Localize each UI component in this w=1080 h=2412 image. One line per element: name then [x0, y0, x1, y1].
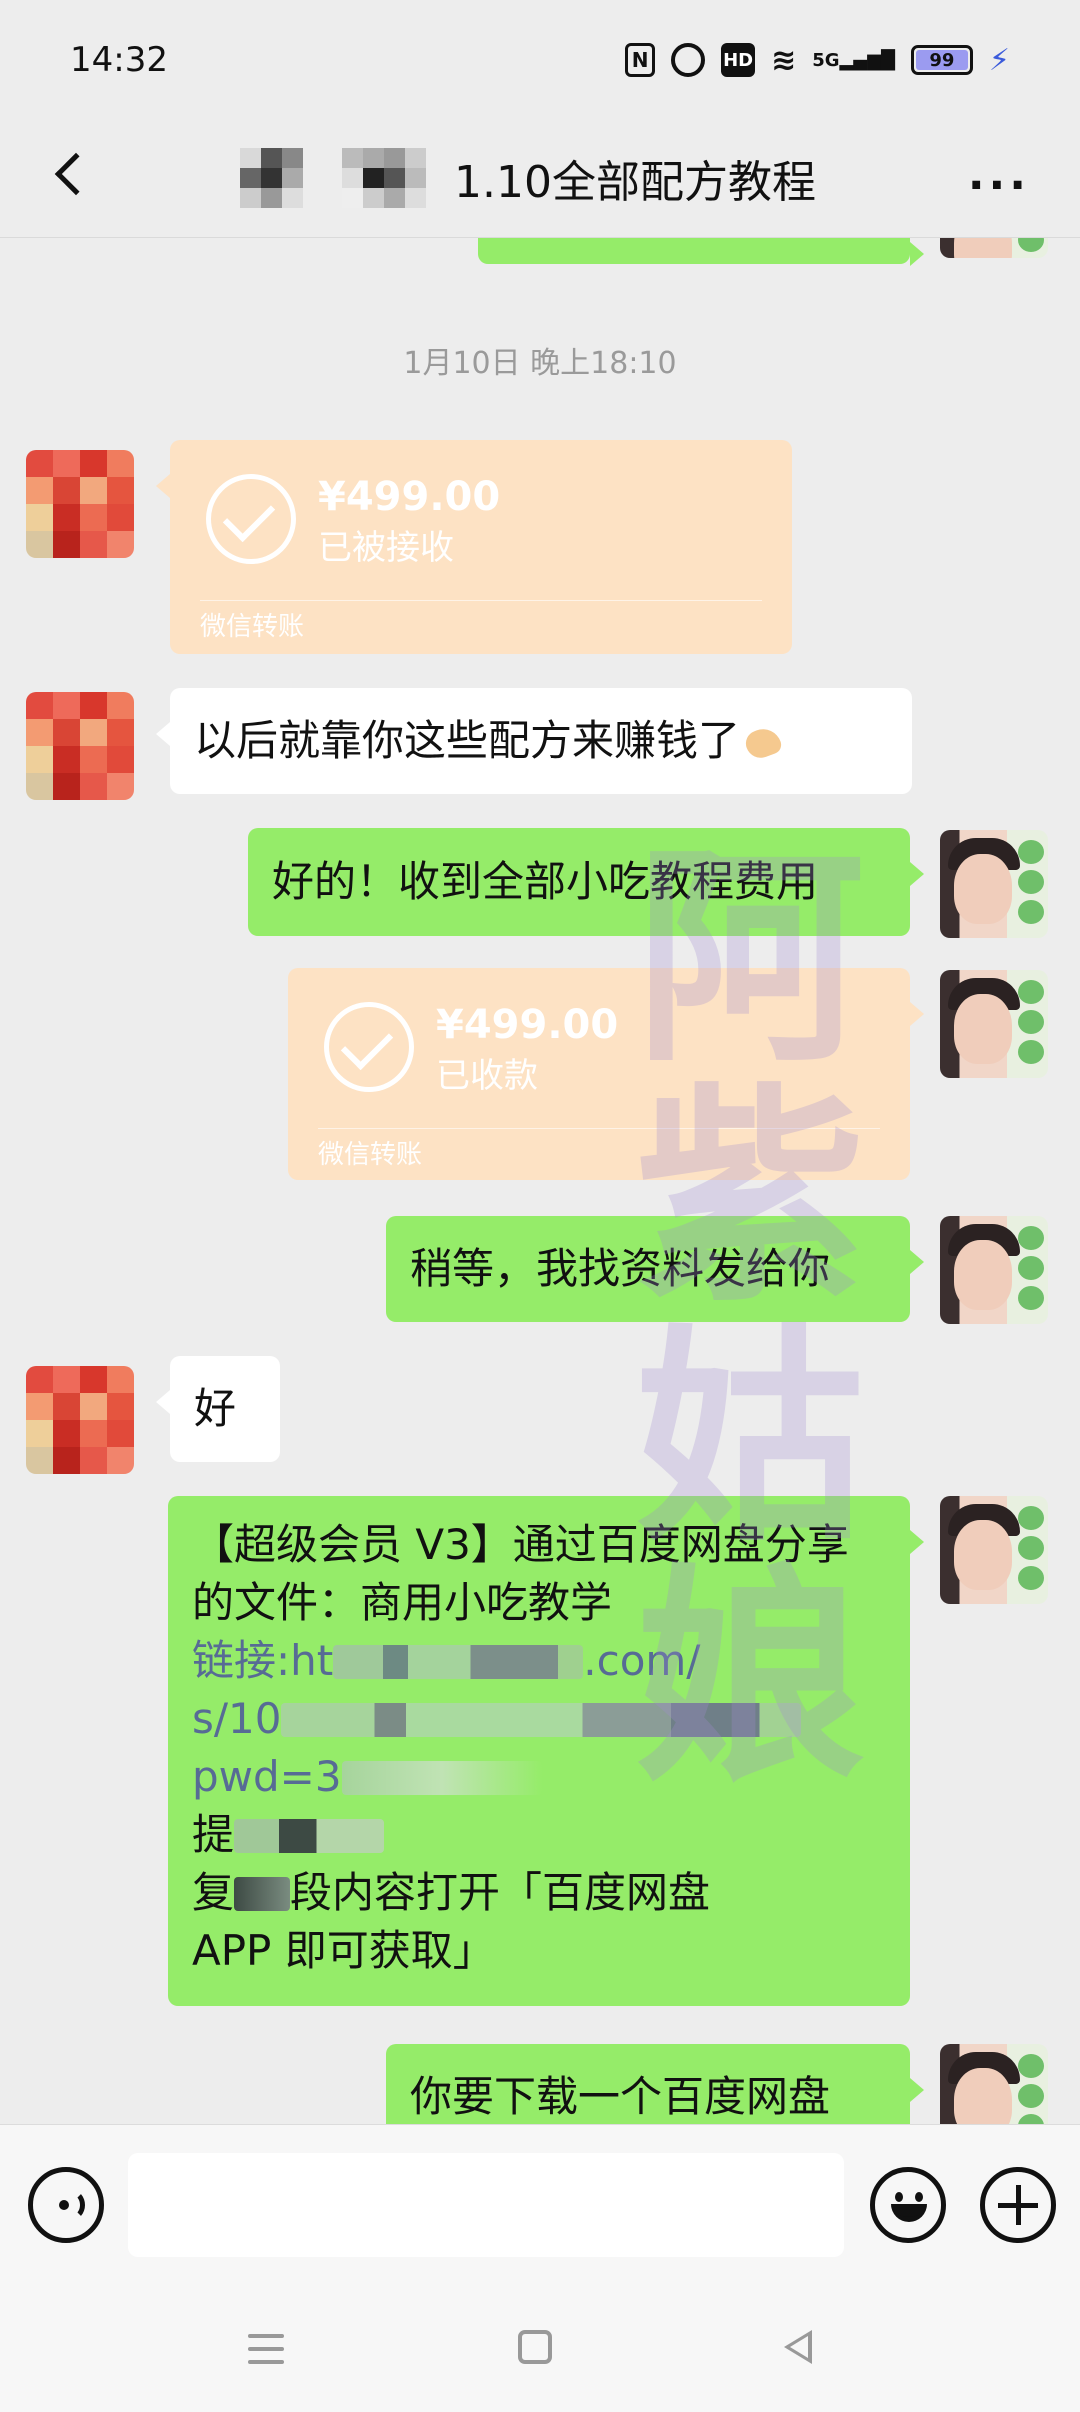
- 5g-signal-icon: 5G▂▄▆█: [812, 49, 895, 71]
- share-line: 提: [192, 1806, 886, 1864]
- voice-wave-icon: [59, 2190, 85, 2220]
- message-bubble[interactable]: 好: [156, 1356, 280, 1462]
- share-link-line[interactable]: 链接:ht .com/: [192, 1632, 886, 1690]
- input-bar: [0, 2124, 1080, 2284]
- message-text: 稍等，我找资料发给你: [410, 1244, 831, 1293]
- message-input[interactable]: [128, 2153, 844, 2257]
- message-text: 好的！收到全部小吃教程费用: [272, 857, 819, 906]
- chevron-left-icon: [54, 152, 98, 196]
- redacted-name-block: [342, 148, 426, 208]
- transfer-source: 微信转账: [318, 1140, 423, 1170]
- chat-area[interactable]: 1月10日 晚上18:10 ¥499.00 已被接收 微信转账 以后就靠你这些配…: [0, 238, 1080, 2124]
- more-button[interactable]: ···: [968, 160, 1030, 211]
- transfer-collected-card[interactable]: ¥499.00 已收款 微信转账: [288, 968, 924, 1180]
- message-text: 以后就靠你这些配方来赚钱了: [194, 716, 741, 765]
- voice-button[interactable]: [28, 2167, 104, 2243]
- redacted-block: [341, 1761, 542, 1795]
- transfer-amount: ¥499.00: [318, 474, 501, 520]
- battery-level: 99: [915, 50, 968, 71]
- self-avatar[interactable]: [940, 1216, 1048, 1324]
- share-link-message[interactable]: 【超级会员 V3】通过百度网盘分享 的文件：商用小吃教学 链接:ht .com/ …: [168, 1496, 924, 2006]
- emoji-eye-icon: [915, 2192, 923, 2202]
- back-triangle-icon[interactable]: [780, 2328, 816, 2366]
- contact-avatar[interactable]: [26, 692, 134, 800]
- nfc-icon: N: [625, 43, 656, 77]
- alarm-icon: [671, 43, 706, 77]
- contact-avatar[interactable]: [26, 450, 134, 558]
- transfer-amount: ¥499.00: [436, 1002, 619, 1048]
- self-avatar[interactable]: [940, 1496, 1048, 1604]
- check-circle-icon: [206, 474, 296, 564]
- transfer-status: 已收款: [436, 1056, 538, 1096]
- wifi-icon: ≋: [771, 42, 797, 78]
- transfer-source: 微信转账: [200, 612, 305, 642]
- message-text: 你要下载一个百度网盘: [410, 2072, 831, 2121]
- self-avatar[interactable]: [940, 238, 1048, 258]
- transfer-divider: [318, 1128, 880, 1129]
- transfer-divider: [200, 600, 762, 601]
- message-bubble[interactable]: 以后就靠你这些配方来赚钱了: [156, 688, 912, 794]
- share-line: 复段内容打开「百度网盘: [192, 1868, 711, 1917]
- redacted-name-block: [240, 148, 324, 208]
- status-bar: 14:32 N HD ≋ 5G▂▄▆█ 99 ⚡: [0, 0, 1080, 120]
- message-bubble[interactable]: 你要下载一个百度网盘: [386, 2044, 924, 2124]
- home-icon[interactable]: [518, 2330, 552, 2364]
- chat-title: 1.10全部配方教程: [454, 157, 816, 208]
- emoji-button[interactable]: [870, 2167, 946, 2243]
- message-text: 好: [194, 1384, 237, 1433]
- plus-button[interactable]: [980, 2167, 1056, 2243]
- back-button[interactable]: [40, 144, 100, 204]
- emoji-icon: [895, 2192, 903, 2202]
- transfer-status: 已被接收: [318, 528, 454, 568]
- message-bubble[interactable]: 稍等，我找资料发给你: [386, 1216, 924, 1322]
- status-icons: N HD ≋ 5G▂▄▆█ 99 ⚡: [625, 43, 1010, 78]
- share-link-line[interactable]: s/10: [192, 1690, 886, 1748]
- self-avatar[interactable]: [940, 970, 1048, 1078]
- system-nav-bar: [0, 2284, 1080, 2412]
- emoji-mouth-icon: [891, 2204, 927, 2222]
- redacted-block: [234, 1877, 291, 1911]
- ok-hand-emoji-icon: [740, 721, 786, 762]
- self-avatar[interactable]: [940, 830, 1048, 938]
- transfer-received-card[interactable]: ¥499.00 已被接收 微信转账: [156, 440, 792, 654]
- battery-icon: 99: [910, 45, 973, 75]
- share-pwd-line: pwd=3: [192, 1748, 886, 1806]
- contact-avatar[interactable]: [26, 1366, 134, 1474]
- share-line: APP 即可获取」: [192, 1926, 495, 1975]
- redacted-block: [281, 1703, 802, 1737]
- charging-icon: ⚡: [988, 42, 1010, 78]
- message-timestamp: 1月10日 晚上18:10: [403, 346, 677, 381]
- share-line: 的文件：商用小吃教学: [192, 1578, 613, 1627]
- status-time: 14:32: [70, 40, 168, 80]
- previous-message-bubble[interactable]: [478, 238, 924, 266]
- chat-title-wrap: 1.10全部配方教程: [240, 146, 816, 210]
- hd-icon: HD: [721, 43, 756, 77]
- redacted-block: [333, 1645, 584, 1679]
- self-avatar[interactable]: [940, 2044, 1048, 2124]
- check-circle-icon: [324, 1002, 414, 1092]
- share-line: 【超级会员 V3】通过百度网盘分享: [192, 1520, 849, 1569]
- message-bubble[interactable]: 好的！收到全部小吃教程费用: [248, 828, 924, 936]
- redacted-block: [234, 1819, 385, 1853]
- chat-header: 1.10全部配方教程 ···: [0, 120, 1080, 238]
- menu-icon[interactable]: [248, 2334, 284, 2364]
